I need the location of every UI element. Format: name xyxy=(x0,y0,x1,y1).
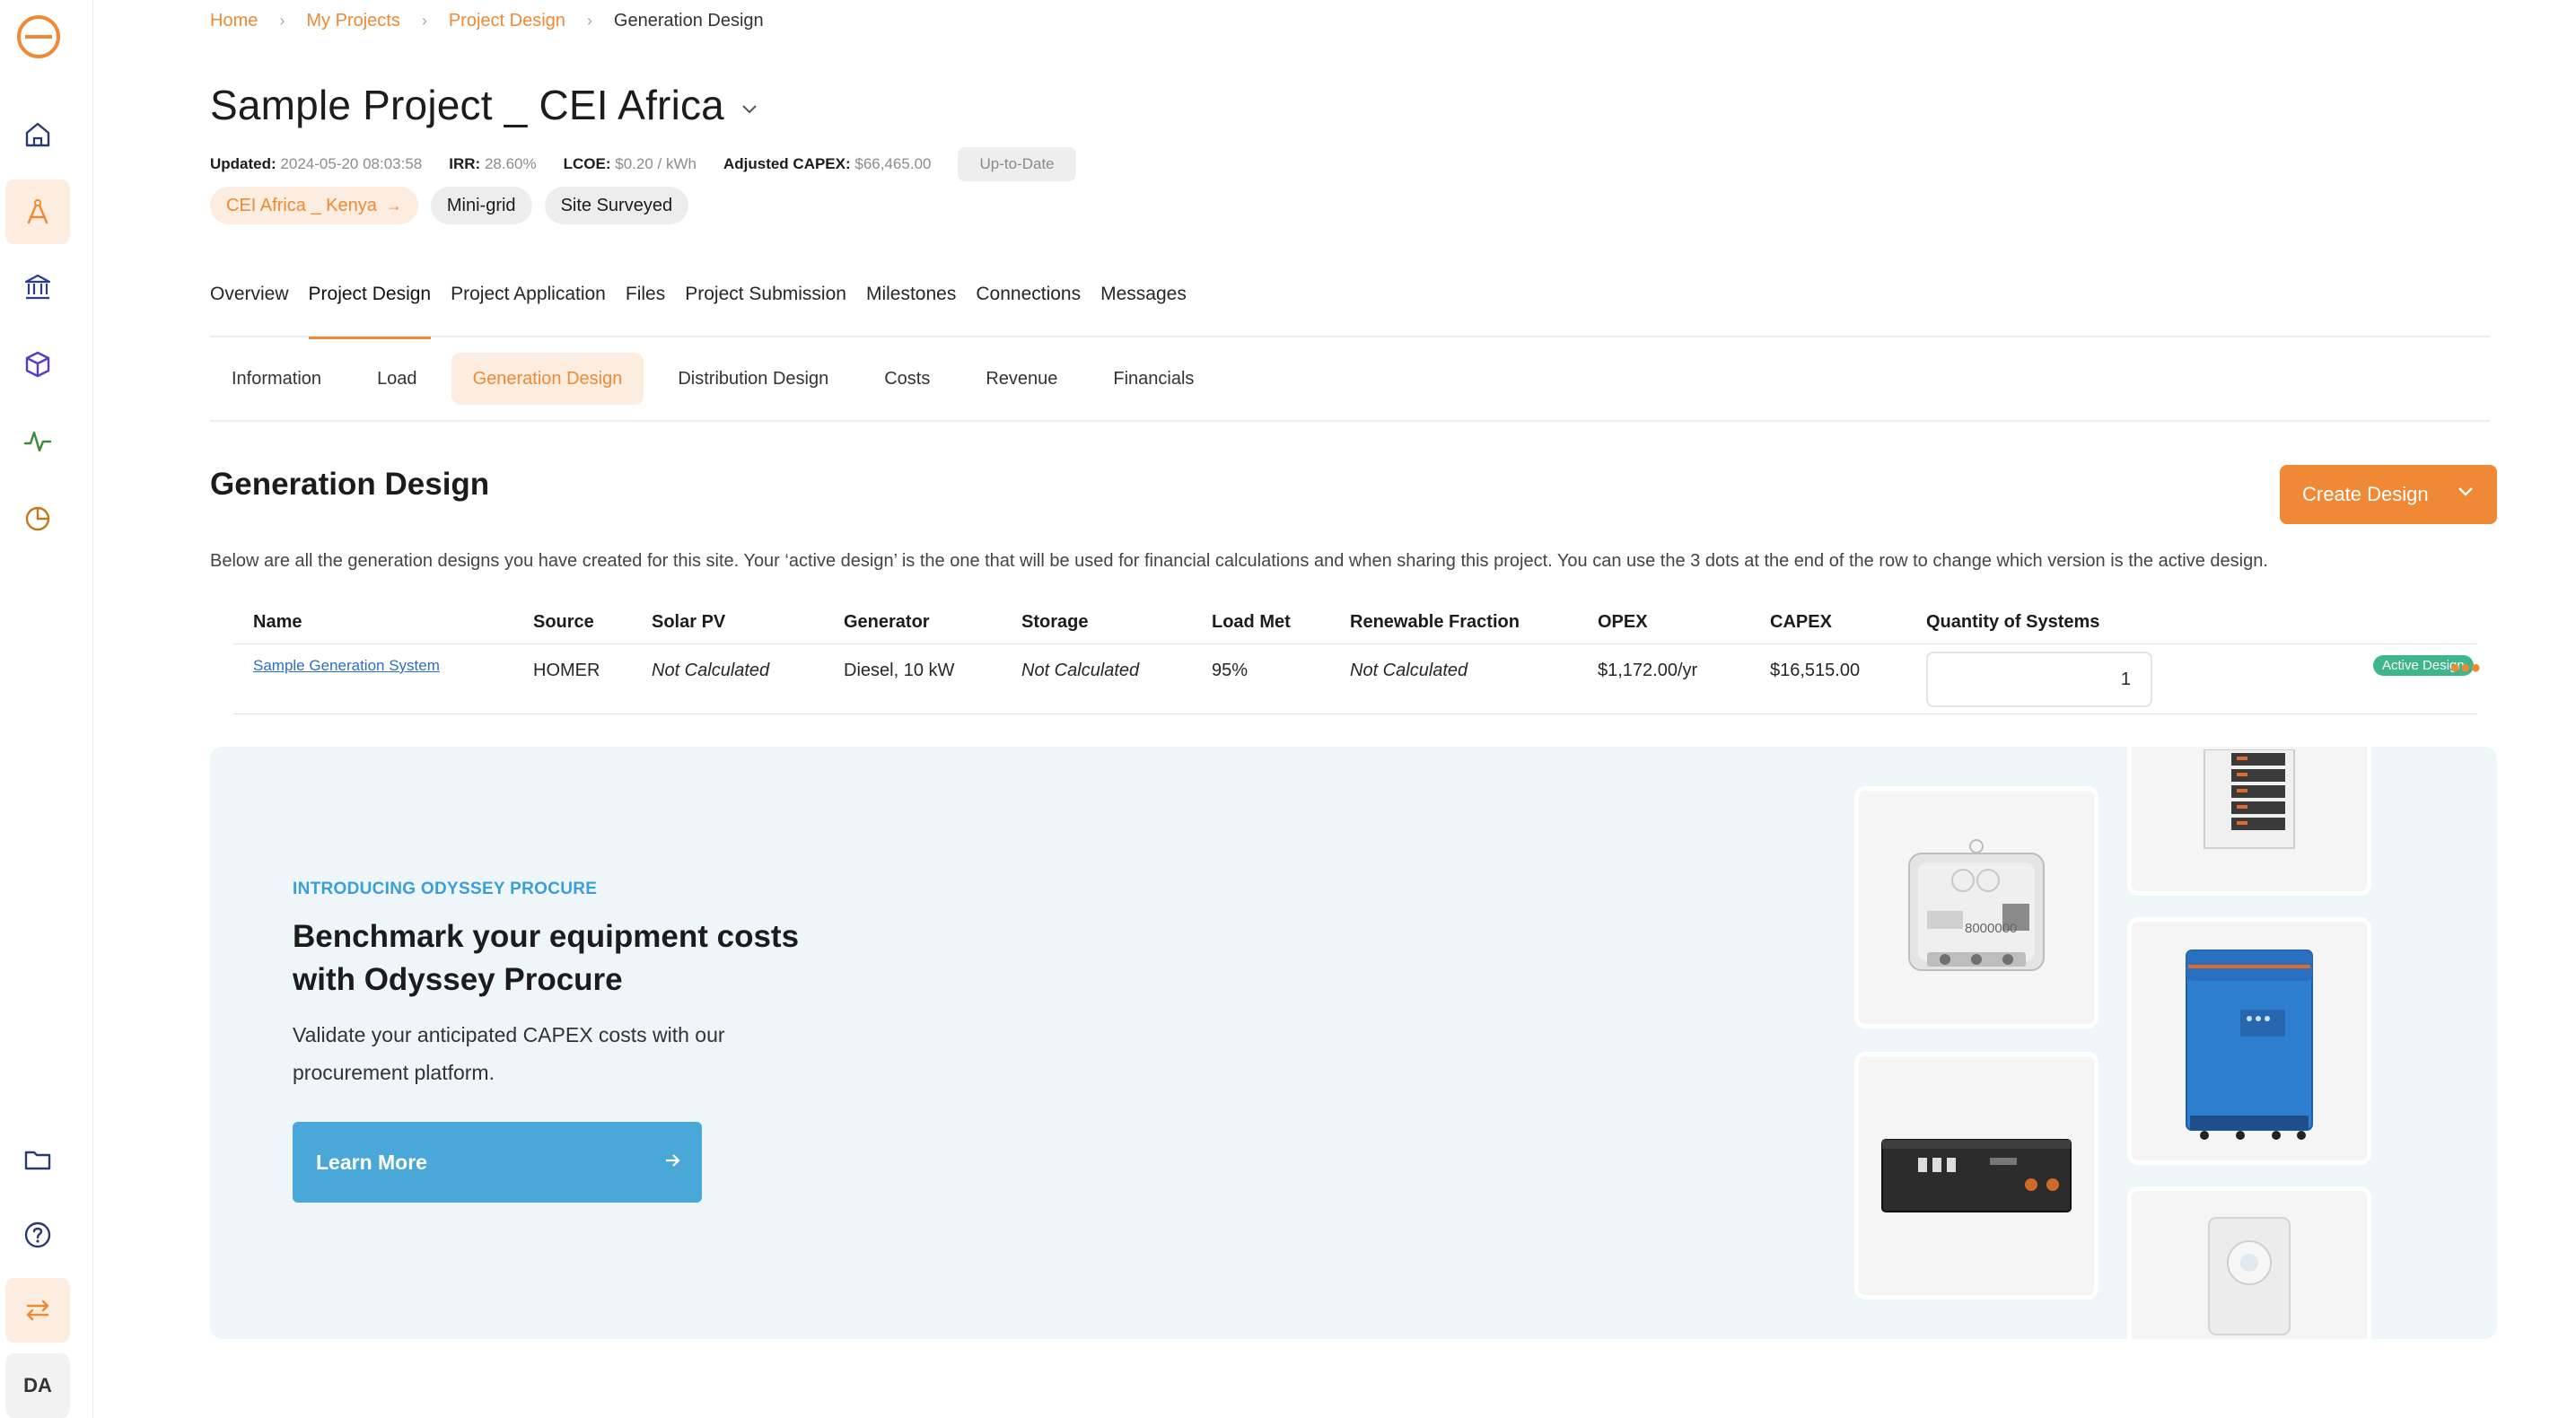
logo-icon[interactable] xyxy=(13,11,65,63)
subtab-distribution-design[interactable]: Distribution Design xyxy=(656,353,850,405)
subtab-load[interactable]: Load xyxy=(355,353,439,405)
banner-title: Benchmark your equipment costs with Odys… xyxy=(293,919,800,997)
product-card-battery xyxy=(1854,1052,2098,1300)
arrow-right-icon xyxy=(666,1154,680,1167)
chevron-right-icon: › xyxy=(279,11,285,30)
cell-generator: Diesel, 10 kW xyxy=(844,661,955,680)
breadcrumb-home[interactable]: Home xyxy=(210,11,258,31)
chevron-down-icon xyxy=(2458,487,2473,496)
header-opex: OPEX xyxy=(1598,612,1648,632)
tab-overview[interactable]: Overview xyxy=(210,269,289,337)
smart-meter-image: 8000000 xyxy=(1908,839,2045,971)
header-capex: CAPEX xyxy=(1770,612,1832,632)
project-title-row[interactable]: Sample Project _ CEI Africa xyxy=(210,81,758,129)
tab-connections[interactable]: Connections xyxy=(976,269,1081,337)
chevron-right-icon: › xyxy=(421,11,427,30)
package-icon[interactable] xyxy=(5,332,70,397)
product-card-inverter xyxy=(2127,917,2371,1165)
battery-module-image xyxy=(1881,1139,2072,1212)
tag-stage: Site Surveyed xyxy=(544,187,689,224)
banner-text: Validate your anticipated CAPEX costs wi… xyxy=(293,1023,725,1084)
meta-capex: Adjusted CAPEX: $66,465.00 xyxy=(723,155,932,172)
meta-lcoe: LCOE: $0.20 / kWh xyxy=(563,155,697,172)
main-content: Home › My Projects › Project Design › Ge… xyxy=(93,0,2576,1418)
product-card-meter: 8000000 xyxy=(1854,786,2098,1028)
header-generator: Generator xyxy=(844,612,930,632)
subtab-financials[interactable]: Financials xyxy=(1091,353,1215,405)
status-badge: Up-to-Date xyxy=(958,147,1076,181)
designs-table: Name Source Solar PV Generator Storage L… xyxy=(233,601,2481,714)
project-tabs: Overview Project Design Project Applicat… xyxy=(210,269,2490,339)
design-subtabs: Information Load Generation Design Distr… xyxy=(210,337,2490,422)
meter-label: 8000000 xyxy=(1965,921,2017,936)
user-avatar[interactable]: DA xyxy=(5,1353,70,1418)
breadcrumb-project-design[interactable]: Project Design xyxy=(449,11,565,31)
breadcrumb-current: Generation Design xyxy=(613,10,764,31)
subtab-generation-design[interactable]: Generation Design xyxy=(451,353,644,405)
project-design-icon[interactable] xyxy=(5,179,70,244)
sidebar: DA xyxy=(0,0,93,1418)
switch-icon[interactable] xyxy=(5,1278,70,1343)
table-row: Sample Generation System HOMER Not Calcu… xyxy=(233,644,2481,714)
cell-source: HOMER xyxy=(533,661,600,680)
project-tags: CEI Africa _ Kenya → Mini-grid Site Surve… xyxy=(210,187,701,224)
header-source: Source xyxy=(533,612,594,632)
section-description: Below are all the generation designs you… xyxy=(210,551,2268,571)
banner-kicker: INTRODUCING ODYSSEY PROCURE xyxy=(293,880,598,898)
product-card-cabinet xyxy=(2127,747,2371,896)
bank-icon[interactable] xyxy=(5,255,70,319)
header-quantity: Quantity of Systems xyxy=(1926,612,2100,632)
chevron-down-icon[interactable] xyxy=(740,102,758,115)
cell-load-met: 95% xyxy=(1212,661,1249,680)
tab-milestones[interactable]: Milestones xyxy=(866,269,956,337)
create-design-button[interactable]: Create Design xyxy=(2280,465,2497,524)
breadcrumb-my-projects[interactable]: My Projects xyxy=(306,11,399,31)
header-name: Name xyxy=(253,612,302,632)
subtab-costs[interactable]: Costs xyxy=(863,353,951,405)
header-renewable-fraction: Renewable Fraction xyxy=(1350,612,1520,632)
tag-program[interactable]: CEI Africa _ Kenya → xyxy=(210,187,418,224)
subtab-information[interactable]: Information xyxy=(210,353,343,405)
cell-opex: $1,172.00/yr xyxy=(1598,661,1698,680)
table-header: Name Source Solar PV Generator Storage L… xyxy=(233,601,2477,644)
cell-renewable-fraction: Not Calculated xyxy=(1350,661,1468,680)
energy-meter-image xyxy=(2208,1217,2291,1335)
arrow-right-icon: → xyxy=(385,196,402,214)
chevron-right-icon: › xyxy=(586,11,592,30)
folder-icon[interactable] xyxy=(5,1127,70,1192)
learn-more-button[interactable]: Learn More xyxy=(293,1122,702,1203)
product-card-meter-small xyxy=(2127,1186,2371,1339)
tab-messages[interactable]: Messages xyxy=(1100,269,1187,337)
breadcrumb: Home › My Projects › Project Design › Ge… xyxy=(210,9,764,32)
more-options-icon[interactable]: ••• xyxy=(2450,653,2482,684)
cell-storage: Not Calculated xyxy=(1021,661,1140,680)
meta-irr: IRR: 28.60% xyxy=(449,155,537,172)
tab-project-application[interactable]: Project Application xyxy=(451,269,606,337)
cell-capex: $16,515.00 xyxy=(1770,661,1861,680)
cell-solar-pv: Not Calculated xyxy=(652,661,770,680)
header-solar-pv: Solar PV xyxy=(652,612,726,632)
tab-project-design[interactable]: Project Design xyxy=(308,269,431,339)
tag-type: Mini-grid xyxy=(430,187,532,224)
meta-updated: Updated: 2024-05-20 08:03:58 xyxy=(210,155,423,172)
home-icon[interactable] xyxy=(5,102,70,167)
procure-banner: INTRODUCING ODYSSEY PROCURE Benchmark yo… xyxy=(210,747,2497,1339)
help-icon[interactable] xyxy=(5,1203,70,1267)
design-name-link[interactable]: Sample Generation System xyxy=(253,657,440,675)
project-meta: Updated: 2024-05-20 08:03:58 IRR: 28.60%… xyxy=(210,147,1076,181)
header-load-met: Load Met xyxy=(1212,612,1291,632)
header-storage: Storage xyxy=(1021,612,1089,632)
activity-icon[interactable] xyxy=(5,409,70,474)
battery-cabinet-image xyxy=(2204,749,2295,849)
pie-chart-icon[interactable] xyxy=(5,486,70,551)
subtab-revenue[interactable]: Revenue xyxy=(964,353,1079,405)
inverter-image xyxy=(2186,950,2313,1140)
project-title: Sample Project _ CEI Africa xyxy=(210,82,724,128)
tab-project-submission[interactable]: Project Submission xyxy=(685,269,846,337)
tab-files[interactable]: Files xyxy=(626,269,665,337)
quantity-input[interactable]: 1 xyxy=(1926,652,2152,707)
section-title: Generation Design xyxy=(210,467,490,502)
